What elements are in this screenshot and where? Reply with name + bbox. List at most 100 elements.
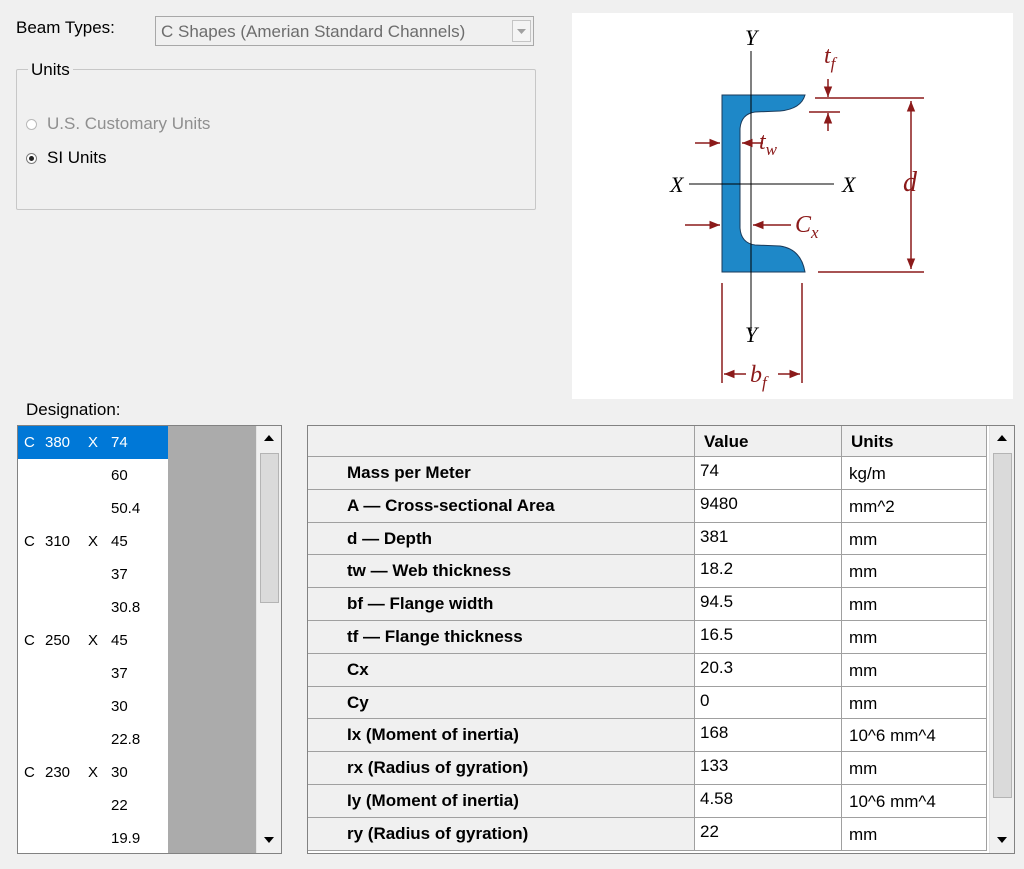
- radio-button-icon: [26, 118, 37, 130]
- designation-row[interactable]: C 310 X 45: [18, 525, 168, 558]
- designation-x: X: [88, 434, 99, 451]
- designation-row[interactable]: C 380 X 74: [18, 426, 168, 459]
- tf-label: tf: [824, 43, 838, 73]
- designation-row[interactable]: 30: [18, 690, 168, 723]
- scroll-up-button[interactable]: [990, 426, 1014, 451]
- listbox-gray-area: [168, 426, 256, 853]
- property-value[interactable]: 168: [695, 719, 842, 752]
- designation-x: X: [88, 764, 99, 781]
- designation-weight: 30: [111, 698, 128, 715]
- radio-si-units[interactable]: SI Units: [26, 148, 107, 168]
- depth-label: d: [903, 167, 918, 198]
- designation-row[interactable]: 50.4: [18, 492, 168, 525]
- property-units[interactable]: mm^2: [842, 490, 987, 523]
- beam-types-dropdown[interactable]: C Shapes (Amerian Standard Channels): [155, 16, 534, 46]
- property-value[interactable]: 20.3: [695, 654, 842, 687]
- grid-header-value[interactable]: Value: [695, 426, 842, 457]
- property-units[interactable]: mm: [842, 687, 987, 719]
- designation-weight: 60: [111, 467, 128, 484]
- property-name: Cx: [308, 654, 695, 687]
- grid-header-units[interactable]: Units: [842, 426, 987, 457]
- scroll-thumb[interactable]: [260, 453, 279, 603]
- designation-row[interactable]: 60: [18, 459, 168, 492]
- designation-depth: 310: [45, 533, 71, 550]
- property-units[interactable]: 10^6 mm^4: [842, 785, 987, 818]
- designation-row[interactable]: 37: [18, 558, 168, 591]
- channel-section-diagram: Y Y X X d tf tw Cx bf: [572, 13, 1013, 399]
- properties-grid[interactable]: Value Units Mass per Meter 74 kg/m A — Cros…: [307, 425, 1015, 854]
- arrow-down-icon: [997, 837, 1007, 843]
- arrow-up-icon: [264, 435, 274, 441]
- property-name: A — Cross-sectional Area: [308, 490, 695, 523]
- property-value[interactable]: 4.58: [695, 785, 842, 818]
- designation-depth: 230: [45, 764, 71, 781]
- scroll-up-button[interactable]: [257, 426, 281, 451]
- designation-prefix: C: [24, 533, 35, 550]
- property-value[interactable]: 94.5: [695, 588, 842, 621]
- property-value[interactable]: 133: [695, 752, 842, 785]
- property-value[interactable]: 74: [695, 457, 842, 490]
- property-name: tf — Flange thickness: [308, 621, 695, 654]
- units-legend: Units: [28, 60, 73, 80]
- designation-weight: 22.8: [111, 731, 141, 748]
- beam-types-label: Beam Types:: [16, 18, 115, 37]
- property-name: Mass per Meter: [308, 457, 695, 490]
- designation-weight: 45: [111, 533, 128, 550]
- designation-weight: 74: [111, 434, 128, 451]
- property-value[interactable]: 22: [695, 818, 842, 851]
- grid-header-name: [308, 426, 695, 457]
- radio-us-customary[interactable]: U.S. Customary Units: [26, 114, 210, 134]
- property-name: rx (Radius of gyration): [308, 752, 695, 785]
- properties-scrollbar[interactable]: [989, 426, 1014, 853]
- arrow-down-icon: [264, 837, 274, 843]
- designation-prefix: C: [24, 764, 35, 781]
- property-value[interactable]: 16.5: [695, 621, 842, 654]
- designation-row[interactable]: 37: [18, 657, 168, 690]
- radio-si-units-label: SI Units: [47, 148, 107, 167]
- designation-row[interactable]: 22.8: [18, 723, 168, 756]
- designation-x: X: [88, 632, 99, 649]
- property-units[interactable]: mm: [842, 555, 987, 588]
- property-value[interactable]: 0: [695, 687, 842, 719]
- property-name: Ix (Moment of inertia): [308, 719, 695, 752]
- designation-row[interactable]: 22: [18, 789, 168, 822]
- scroll-down-button[interactable]: [257, 828, 281, 853]
- arrow-up-icon: [997, 435, 1007, 441]
- property-name: ry (Radius of gyration): [308, 818, 695, 851]
- designation-prefix: C: [24, 434, 35, 451]
- designation-weight: 30.8: [111, 599, 141, 616]
- designation-depth: 380: [45, 434, 71, 451]
- designation-row[interactable]: C 230 X 30: [18, 756, 168, 789]
- property-units[interactable]: 10^6 mm^4: [842, 719, 987, 752]
- property-name: Cy: [308, 687, 695, 719]
- designation-prefix: C: [24, 632, 35, 649]
- property-units[interactable]: kg/m: [842, 457, 987, 490]
- designation-row[interactable]: 30.8: [18, 591, 168, 624]
- property-units[interactable]: mm: [842, 621, 987, 654]
- property-units[interactable]: mm: [842, 588, 987, 621]
- property-units[interactable]: mm: [842, 818, 987, 851]
- designation-scrollbar[interactable]: [256, 426, 281, 853]
- x-axis-right-label: X: [841, 172, 857, 197]
- property-units[interactable]: mm: [842, 654, 987, 687]
- y-axis-top-label: Y: [745, 25, 760, 50]
- scroll-down-button[interactable]: [990, 828, 1014, 853]
- designation-row[interactable]: 19.9: [18, 822, 168, 853]
- designation-weight: 37: [111, 566, 128, 583]
- property-units[interactable]: mm: [842, 752, 987, 785]
- radio-selected-dot: [29, 155, 34, 161]
- property-value[interactable]: 381: [695, 523, 842, 555]
- beam-types-selected-value: C Shapes (Amerian Standard Channels): [161, 22, 466, 41]
- property-value[interactable]: 18.2: [695, 555, 842, 588]
- property-value[interactable]: 9480: [695, 490, 842, 523]
- designation-weight: 50.4: [111, 500, 141, 517]
- units-groupbox: [16, 69, 536, 210]
- property-units[interactable]: mm: [842, 523, 987, 555]
- designation-row[interactable]: C 250 X 45: [18, 624, 168, 657]
- x-axis-left-label: X: [669, 172, 685, 197]
- scroll-thumb[interactable]: [993, 453, 1012, 798]
- y-axis-bottom-label: Y: [745, 322, 760, 347]
- radio-button-icon: [26, 152, 37, 164]
- dropdown-arrow-button[interactable]: [512, 20, 531, 42]
- designation-listbox[interactable]: C 380 X 74 60 50.4 C 310 X 45 37 30.8 C 250 X 45 37 30 22.…: [17, 425, 282, 854]
